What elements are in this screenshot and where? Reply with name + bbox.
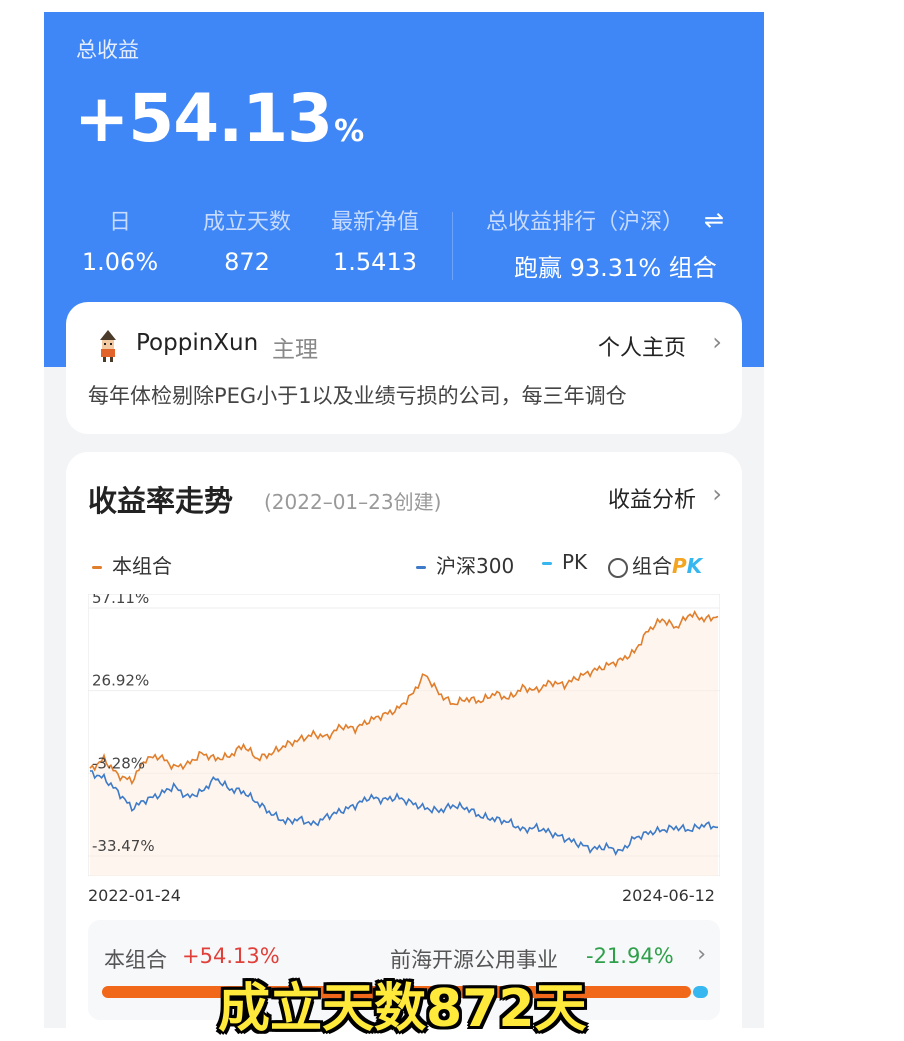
rank-label: 总收益排行（沪深）	[486, 210, 685, 235]
stat-daily-label: 日	[108, 210, 131, 235]
stat-days-value: 872	[224, 248, 270, 276]
video-caption: 成立天数872天	[218, 979, 587, 1039]
legend-pk[interactable]: PK	[542, 550, 587, 574]
rank-prefix: 跑赢	[514, 254, 562, 282]
legend-portfolio-label: 本组合	[112, 554, 172, 578]
chevron-right-icon[interactable]: ›	[712, 480, 722, 508]
y-tick-label: 57.11%	[92, 594, 149, 607]
y-tick-label: -3.28%	[92, 754, 145, 772]
pk-portfolio-value: +54.13%	[182, 944, 280, 968]
total-return-label: 总收益	[76, 38, 139, 62]
legend-index-label: 沪深300	[436, 554, 515, 578]
chevron-right-icon[interactable]: ›	[697, 942, 706, 967]
pk-toggle[interactable]: 组合PK	[608, 550, 702, 579]
chevron-right-icon[interactable]: ›	[712, 328, 722, 356]
manager-role: 主理	[272, 337, 318, 363]
homepage-link[interactable]: 个人主页	[598, 330, 686, 362]
legend-portfolio-swatch	[92, 566, 102, 569]
x-tick-start: 2022-01-24	[88, 886, 181, 905]
return-chart-card: 收益率走势 (2022–01–23创建) 收益分析 › 本组合 沪深300 PK…	[66, 452, 742, 1028]
stat-days-label: 成立天数	[202, 210, 291, 235]
legend-index[interactable]: 沪深300	[416, 550, 514, 579]
legend-pk-swatch	[542, 562, 552, 565]
stat-daily-value: 1.06%	[81, 248, 159, 276]
x-tick-end: 2024-06-12	[622, 886, 715, 905]
swap-icon[interactable]: ⇌	[704, 206, 724, 234]
total-return-value: +54.13%	[74, 80, 364, 157]
pk-bar-opponent	[693, 986, 708, 998]
return-chart[interactable]: 57.11% 26.92% -3.28% -33.47%	[88, 594, 720, 876]
pk-badge: PK	[672, 554, 702, 578]
y-tick-label: 26.92%	[92, 672, 149, 690]
total-return-unit: %	[334, 114, 364, 149]
pk-portfolio-label: 本组合	[104, 948, 167, 972]
radio-icon[interactable]	[608, 557, 628, 578]
stats-divider	[452, 212, 453, 280]
legend-pk-label: PK	[562, 550, 588, 574]
manager-card: PoppinXun 主理 个人主页 › 每年体检剔除PEG小于1以及业绩亏损的公…	[66, 302, 742, 434]
chart-title: 收益率走势	[88, 484, 234, 518]
strategy-description: 每年体检剔除PEG小于1以及业绩亏损的公司，每三年调仓	[88, 384, 627, 408]
total-return-number: +54.13	[74, 80, 333, 157]
return-analysis-link[interactable]: 收益分析	[608, 482, 696, 514]
pk-badge-p: P	[672, 554, 687, 578]
chart-created-date: (2022–01–23创建)	[264, 490, 442, 514]
rank-value-line: 跑赢 93.31% 组合	[514, 248, 717, 283]
stat-nav-value: 1.5413	[333, 248, 417, 276]
legend-index-swatch	[416, 566, 426, 569]
pk-toggle-label: 组合	[632, 554, 672, 578]
portfolio-page: 总收益 +54.13% 日 1.06% 成立天数 872 最新净值 1.5413…	[44, 12, 764, 1028]
y-tick-label: -33.47%	[92, 837, 155, 855]
avatar-icon[interactable]	[94, 330, 122, 362]
legend-portfolio[interactable]: 本组合	[92, 550, 172, 579]
pk-opponent-value: -21.94%	[586, 944, 674, 968]
stat-nav-label: 最新净值	[330, 210, 419, 235]
manager-name[interactable]: PoppinXun	[136, 330, 258, 356]
rank-value: 93.31%	[569, 254, 662, 282]
rank-suffix: 组合	[668, 254, 717, 282]
pk-badge-k: K	[686, 554, 703, 578]
